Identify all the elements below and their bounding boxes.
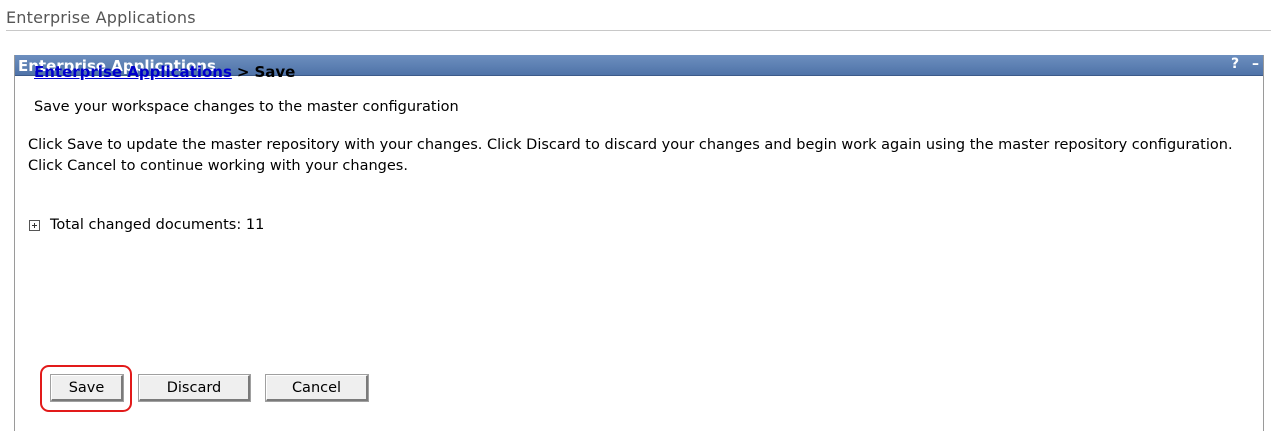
header-divider	[6, 30, 1271, 31]
breadcrumb-current: Save	[254, 63, 296, 81]
titlebar-icons: ? –	[1223, 56, 1259, 72]
cancel-button[interactable]: Cancel	[265, 374, 369, 402]
expand-plus-icon[interactable]	[29, 219, 40, 231]
breadcrumb-link-enterprise-applications[interactable]: Enterprise Applications	[34, 63, 232, 81]
discard-button[interactable]: Discard	[138, 374, 251, 402]
page-header: Enterprise Applications	[6, 8, 196, 27]
breadcrumb: Enterprise Applications > Save	[34, 63, 295, 81]
breadcrumb-separator: >	[236, 63, 250, 81]
page-subtitle: Save your workspace changes to the maste…	[34, 99, 459, 115]
changed-documents-row[interactable]: Total changed documents: 11	[29, 217, 264, 233]
minimize-icon[interactable]: –	[1252, 56, 1259, 72]
save-button[interactable]: Save	[50, 374, 124, 402]
help-icon[interactable]: ?	[1231, 56, 1239, 72]
instructions-text: Click Save to update the master reposito…	[28, 137, 1233, 174]
changed-documents-label: Total changed documents: 11	[50, 217, 265, 233]
